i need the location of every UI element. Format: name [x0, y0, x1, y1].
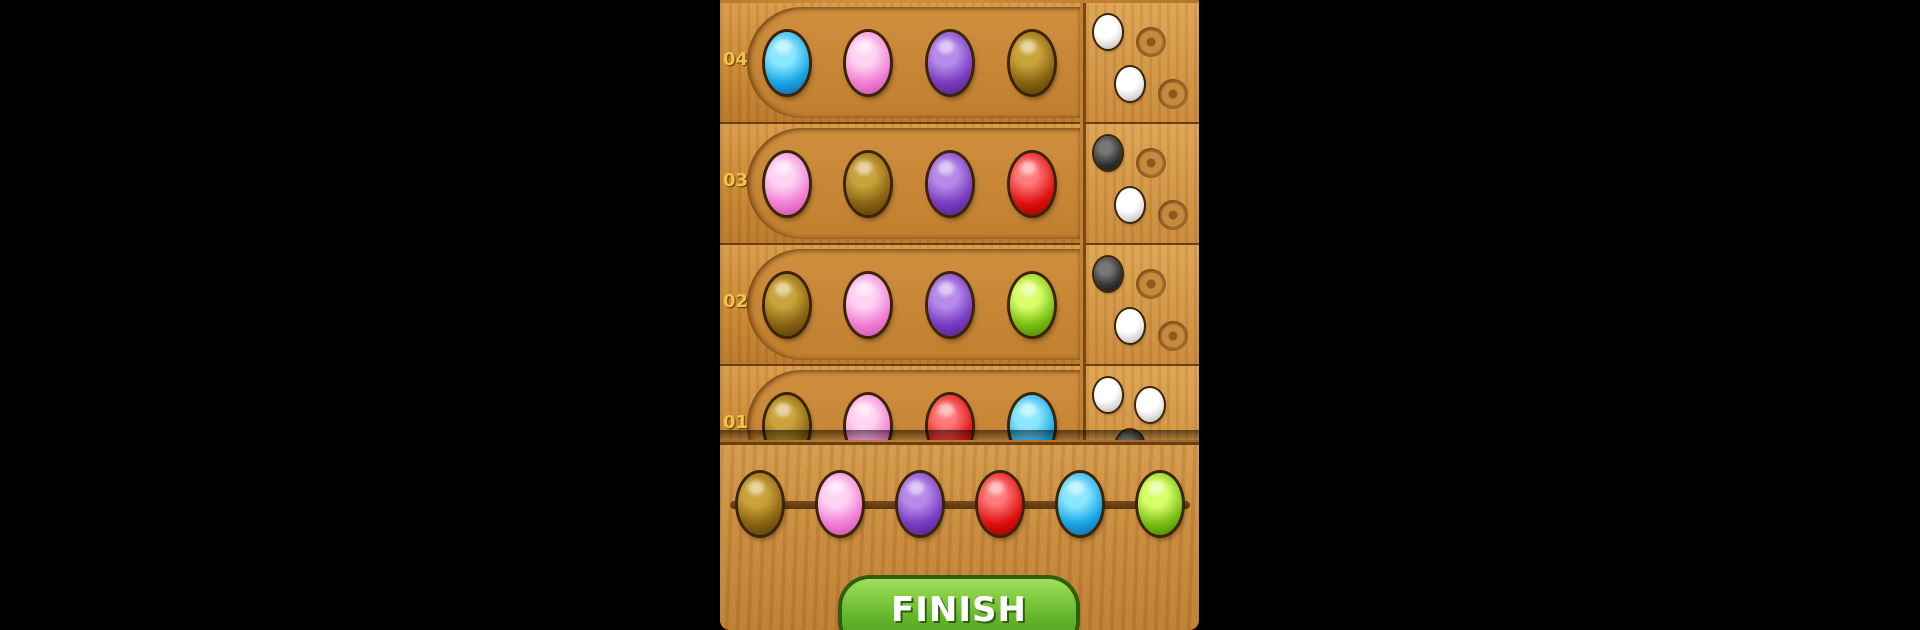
feedback-hole — [1136, 27, 1166, 57]
feedback-hole — [1158, 200, 1188, 230]
pink-peg[interactable] — [846, 274, 890, 336]
brown-peg[interactable] — [846, 153, 890, 215]
finish-button[interactable]: FINISH — [842, 579, 1076, 630]
row-number: 02 — [723, 291, 749, 312]
feedback-panel — [1083, 366, 1199, 440]
blue-peg[interactable] — [765, 32, 809, 94]
purple-peg[interactable] — [928, 153, 972, 215]
purple-peg[interactable] — [928, 274, 972, 336]
guess-rows: 04 03 02 01 — [720, 0, 1199, 440]
black-feedback-pin — [1094, 257, 1122, 291]
palette-green-peg[interactable] — [1138, 473, 1182, 535]
palette-blue-peg[interactable] — [1058, 473, 1102, 535]
guess-row-03: 03 — [720, 124, 1199, 245]
brown-peg[interactable] — [765, 274, 809, 336]
feedback-panel — [1083, 124, 1199, 245]
white-feedback-pin — [1116, 309, 1144, 343]
green-peg[interactable] — [1010, 274, 1054, 336]
feedback-panel — [1083, 3, 1199, 124]
black-feedback-pin — [1094, 136, 1122, 170]
palette-brown-peg[interactable] — [738, 473, 782, 535]
palette-purple-peg[interactable] — [898, 473, 942, 535]
guess-row-02: 02 — [720, 245, 1199, 366]
game-board: 04 03 02 01 FINISH — [720, 0, 1199, 630]
palette-red-peg[interactable] — [978, 473, 1022, 535]
brown-peg[interactable] — [1010, 32, 1054, 94]
feedback-panel — [1083, 245, 1199, 366]
white-feedback-pin — [1136, 388, 1164, 422]
palette-pink-peg[interactable] — [818, 473, 862, 535]
feedback-hole — [1136, 148, 1166, 178]
color-palette: FINISH — [720, 442, 1199, 630]
white-feedback-pin — [1094, 15, 1122, 49]
white-feedback-pin — [1116, 188, 1144, 222]
palette-rail — [730, 501, 1190, 509]
feedback-hole — [1136, 269, 1166, 299]
row-number: 03 — [723, 170, 749, 191]
guess-row-01: 01 — [720, 366, 1199, 440]
feedback-hole — [1158, 321, 1188, 351]
pink-peg[interactable] — [765, 153, 809, 215]
feedback-hole — [1158, 79, 1188, 109]
white-feedback-pin — [1094, 378, 1122, 412]
purple-peg[interactable] — [928, 32, 972, 94]
pink-peg[interactable] — [846, 32, 890, 94]
red-peg[interactable] — [1010, 153, 1054, 215]
guess-row-04: 04 — [720, 3, 1199, 124]
row-number: 04 — [723, 49, 749, 70]
white-feedback-pin — [1116, 67, 1144, 101]
